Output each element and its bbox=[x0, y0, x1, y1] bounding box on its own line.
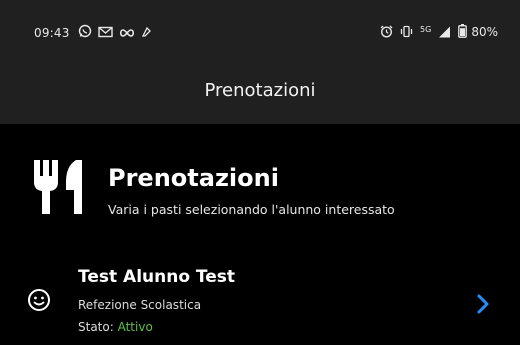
student-status: Stato: Attivo bbox=[78, 320, 153, 334]
status-time: 09:43 bbox=[34, 26, 70, 40]
vibrate-icon bbox=[400, 23, 413, 42]
cutlery-icon bbox=[32, 156, 92, 222]
battery-icon bbox=[458, 23, 468, 42]
smiley-icon bbox=[27, 288, 51, 316]
chevron-right-icon[interactable] bbox=[476, 293, 490, 319]
gmail-icon bbox=[98, 23, 113, 42]
student-name: Test Alunno Test bbox=[78, 267, 236, 287]
status-label: Stato: bbox=[78, 320, 114, 334]
battery-level: 80% bbox=[471, 25, 498, 39]
app-bar-title: Prenotazioni bbox=[204, 80, 316, 101]
student-service: Refezione Scolastica bbox=[78, 298, 202, 312]
alarm-icon bbox=[380, 23, 393, 42]
notification-icon bbox=[141, 23, 152, 42]
status-right-icons: 5G 80% bbox=[380, 23, 498, 42]
network-icon: 5G bbox=[420, 24, 432, 34]
header-subtitle: Varia i pasti selezionando l'alunno inte… bbox=[108, 202, 395, 217]
status-left-icons bbox=[78, 24, 152, 40]
signal-icon bbox=[438, 23, 451, 42]
status-value: Attivo bbox=[117, 320, 153, 334]
infinity-icon bbox=[119, 23, 135, 42]
student-list-item[interactable]: Test Alunno Test Refezione Scolastica St… bbox=[0, 258, 520, 345]
header-title: Prenotazioni bbox=[108, 164, 279, 192]
whatsapp-icon bbox=[78, 23, 92, 42]
status-bar: 09:43 5G 80% bbox=[0, 0, 520, 66]
